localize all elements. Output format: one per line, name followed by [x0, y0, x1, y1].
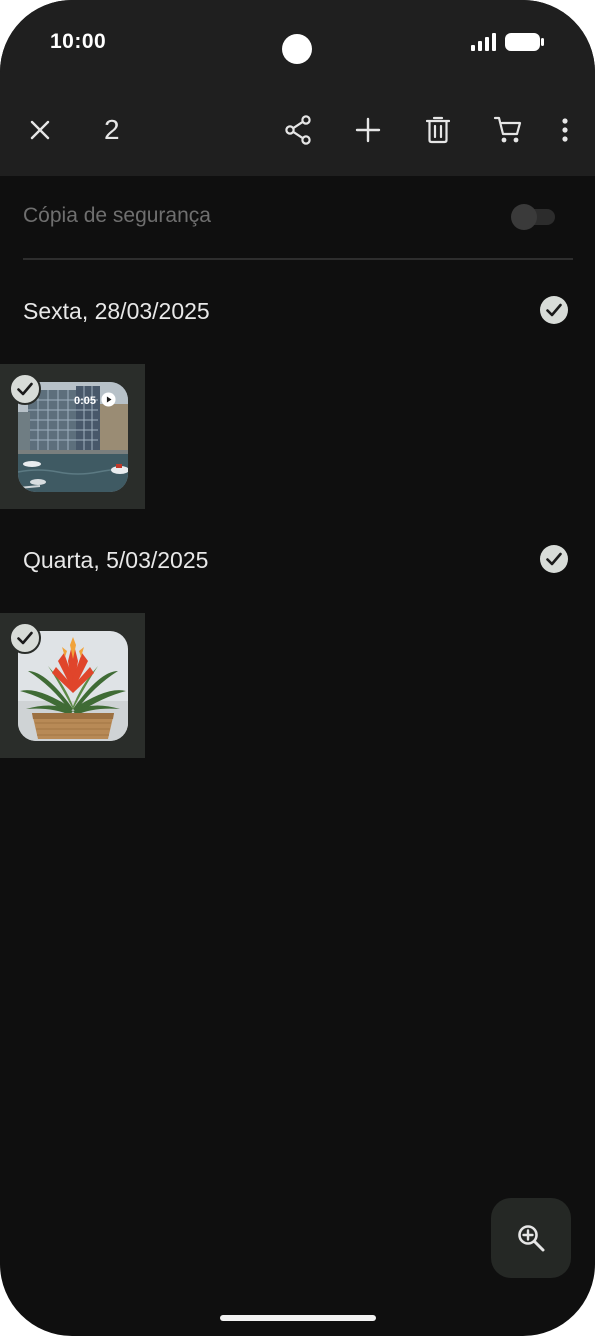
delete-button[interactable]	[418, 110, 458, 150]
video-duration: 0:05	[74, 395, 97, 407]
selection-toolbar: 2	[0, 84, 595, 176]
add-icon	[355, 117, 381, 143]
more-options-button[interactable]	[545, 110, 585, 150]
checkmark-icon	[17, 631, 33, 645]
select-all-date-button[interactable]	[540, 296, 568, 324]
delete-icon	[426, 116, 450, 144]
date-header: Quarta, 5/03/2025	[23, 541, 573, 581]
selected-count: 2	[104, 114, 120, 145]
home-indicator[interactable]	[220, 1315, 376, 1321]
play-icon	[101, 392, 116, 407]
checkmark-icon	[546, 552, 562, 566]
date-header: Sexta, 28/03/2025	[23, 292, 573, 332]
zoom-in-icon	[518, 1225, 545, 1252]
date-label: Sexta, 28/03/2025	[23, 298, 210, 324]
item-selected-badge	[9, 373, 41, 405]
media-item-video[interactable]: 0:05	[0, 364, 145, 509]
more-vert-icon	[562, 118, 568, 142]
backup-label: Cópia de segurança	[23, 204, 211, 227]
cart-icon	[493, 116, 522, 143]
backup-setting-row: Cópia de segurança	[23, 176, 573, 260]
camera-cutout	[282, 34, 312, 64]
select-all-date-button[interactable]	[540, 545, 568, 573]
signal-icon	[471, 33, 496, 51]
backup-toggle[interactable]	[511, 204, 555, 230]
toggle-thumb	[511, 204, 537, 230]
battery-icon	[505, 33, 544, 51]
add-button[interactable]	[348, 110, 388, 150]
share-button[interactable]	[278, 110, 318, 150]
date-label: Quarta, 5/03/2025	[23, 547, 209, 573]
status-time: 10:00	[50, 30, 107, 53]
close-selection-button[interactable]	[20, 110, 60, 150]
close-icon	[30, 120, 50, 140]
media-item-photo[interactable]	[0, 613, 145, 758]
checkmark-icon	[546, 303, 562, 317]
phone-screen: 10:00 2 Cópia de segurança Sexta, 28/03/…	[0, 0, 595, 1336]
status-bar: 10:00	[0, 0, 595, 84]
zoom-button[interactable]	[491, 1198, 571, 1278]
checkmark-icon	[17, 382, 33, 396]
order-prints-button[interactable]	[488, 110, 528, 150]
item-selected-badge	[9, 622, 41, 654]
share-icon	[285, 115, 311, 145]
